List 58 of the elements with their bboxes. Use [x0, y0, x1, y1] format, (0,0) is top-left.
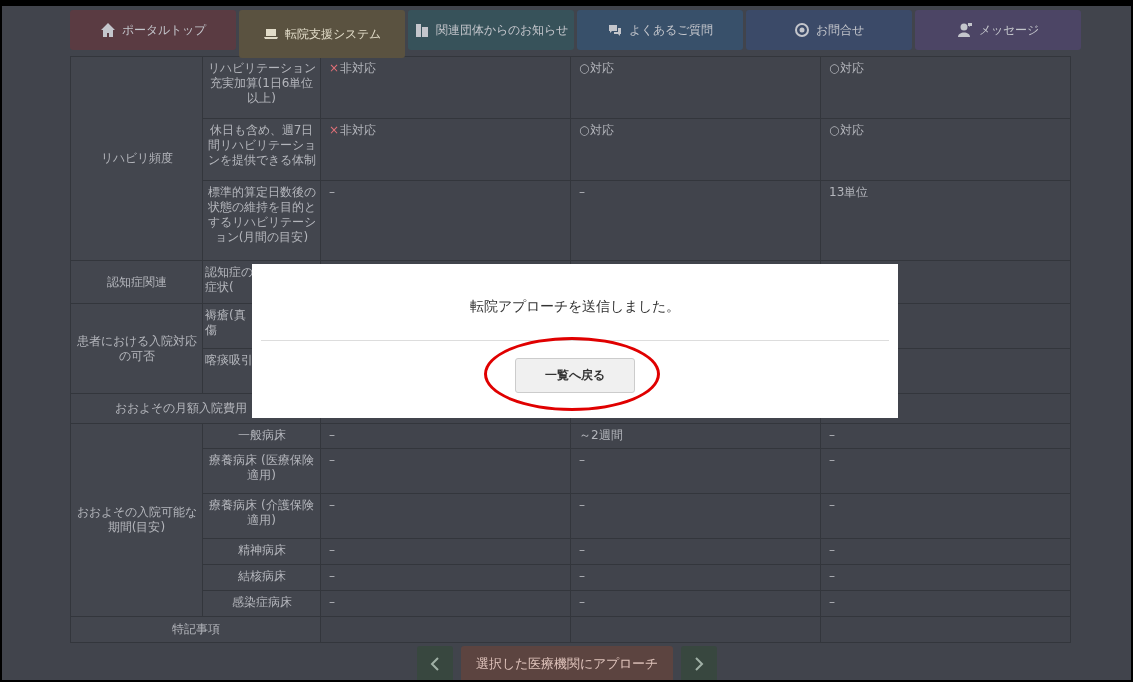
row-label: 感染症病床: [202, 590, 321, 617]
table-cell: ○対応: [820, 118, 1071, 181]
row-label: 療養病床 (介護保険適用): [202, 493, 321, 539]
table-cell: –: [570, 448, 821, 494]
table-cell: ～2週間: [570, 423, 821, 449]
table-cell: –: [320, 493, 571, 539]
nav-tab[interactable]: 関連団体からのお知らせ: [408, 10, 574, 50]
table-cell: –: [820, 564, 1071, 591]
table-cell: –: [820, 423, 1071, 449]
laptop-icon: [263, 26, 279, 42]
nav-tab[interactable]: よくあるご質問: [577, 10, 743, 50]
table-cell: –: [570, 590, 821, 617]
row-header: 特記事項: [70, 616, 321, 643]
row-label: 休日も含め、週7日間リハビリテーションを提供できる体制: [202, 118, 321, 181]
table-cell: –: [570, 538, 821, 565]
row-label: 精神病床: [202, 538, 321, 565]
table-cell: –: [320, 538, 571, 565]
table-cell: ×非対応: [320, 118, 571, 181]
table-cell: ○対応: [570, 118, 821, 181]
next-button[interactable]: [680, 646, 717, 680]
row-header: リハビリ頻度: [70, 56, 203, 261]
table-cell: 13単位: [820, 180, 1071, 261]
table-cell: ○対応: [570, 56, 821, 119]
home-icon: [100, 22, 116, 38]
table-cell: –: [820, 538, 1071, 565]
table-cell: –: [570, 564, 821, 591]
person-speech-icon: [957, 22, 973, 38]
table-cell: –: [320, 448, 571, 494]
table-cell: –: [820, 493, 1071, 539]
table-cell: –: [570, 493, 821, 539]
row-label: 結核病床: [202, 564, 321, 591]
previous-button[interactable]: [416, 646, 453, 680]
table-cell: ×非対応: [320, 56, 571, 119]
nav-tab[interactable]: ポータルトップ: [70, 10, 236, 50]
chat-bubbles-icon: [607, 22, 623, 38]
table-cell: –: [320, 180, 571, 261]
row-label: リハビリテーション充実加算(1日6単位以上): [202, 56, 321, 119]
row-header: おおよその入院可能な期間(目安): [70, 423, 203, 617]
table-cell: –: [320, 423, 571, 449]
row-label: 標準的算定日数後の状態の維持を目的とするリハビリテーション(月間の目安): [202, 180, 321, 261]
building-icon: [414, 22, 430, 38]
nav-tab[interactable]: メッセージ: [915, 10, 1081, 50]
nav-tab[interactable]: お問合せ: [746, 10, 912, 50]
row-label: 一般病床: [202, 423, 321, 449]
nav-tab[interactable]: 転院支援システム: [239, 10, 405, 58]
table-cell: ○対応: [820, 56, 1071, 119]
table-cell: –: [570, 180, 821, 261]
row-header: 患者における入院対応の可否: [70, 303, 203, 394]
approach-button[interactable]: 選択した医療機関にアプローチ: [460, 646, 673, 680]
table-cell: –: [820, 590, 1071, 617]
back-to-list-button[interactable]: 一覧へ戻る: [515, 358, 635, 393]
row-label: 療養病床 (医療保険適用): [202, 448, 321, 494]
table-cell: –: [320, 590, 571, 617]
row-header: 認知症関連: [70, 260, 203, 304]
table-cell: –: [320, 564, 571, 591]
dialog-message: 転院アプローチを送信しました。: [469, 297, 681, 316]
target-icon: [794, 22, 810, 38]
table-cell: –: [820, 448, 1071, 494]
